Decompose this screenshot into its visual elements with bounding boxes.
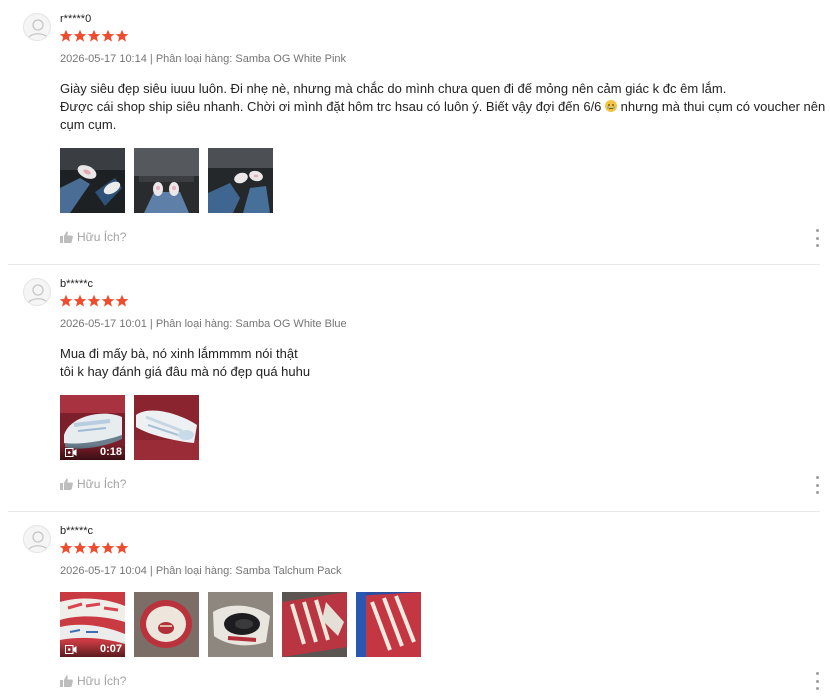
star-icon <box>73 294 87 307</box>
more-options-icon[interactable] <box>814 672 820 690</box>
thumbs-up-icon <box>60 478 73 490</box>
star-icon <box>115 29 129 42</box>
video-camera-icon <box>65 447 77 457</box>
review-text: Mua đi mấy bà, nó xinh lắmmmm nói thật t… <box>60 345 810 381</box>
video-duration: 0:07 <box>99 643 122 655</box>
review-photo[interactable] <box>356 592 421 657</box>
review-date: 2026-05-17 10:04 <box>60 565 147 577</box>
reviewer-name[interactable]: b*****c <box>60 278 93 290</box>
review-line: Được cái shop ship siêu nhanh. Chời ơi m… <box>60 98 825 116</box>
review-text: Giày siêu đẹp siêu iuuu luôn. Đi nhẹ nè,… <box>60 80 825 134</box>
rating-stars <box>59 541 129 557</box>
user-icon <box>27 531 49 552</box>
review-video[interactable]: 0:07 <box>60 592 125 657</box>
review-meta: 2026-05-17 10:01 | Phân loại hàng: Samba… <box>60 318 347 330</box>
review-line-text: nhưng mà thui cụm có voucher nên <box>617 99 826 114</box>
star-icon <box>87 294 101 307</box>
review-date: 2026-05-17 10:14 <box>60 53 147 65</box>
variation-label: Phân loại hàng: <box>155 53 233 65</box>
variation-value: Samba Talchum Pack <box>235 565 342 577</box>
review-media: 0:18 <box>60 395 199 460</box>
avatar[interactable] <box>23 525 51 553</box>
star-icon <box>101 294 115 307</box>
review-line-text: Được cái shop ship siêu nhanh. Chời ơi m… <box>60 99 602 114</box>
review-date: 2026-05-17 10:01 <box>60 318 147 330</box>
star-icon <box>101 541 115 554</box>
review-meta: 2026-05-17 10:14 | Phân loại hàng: Samba… <box>60 53 346 65</box>
more-options-icon[interactable] <box>814 476 820 494</box>
star-icon <box>73 29 87 42</box>
review-media: 0:07 <box>60 592 421 657</box>
star-icon <box>115 294 129 307</box>
star-icon <box>59 29 73 42</box>
review-card: b*****c 2026-05-17 10:01 | Phân loại hàn… <box>8 265 820 511</box>
star-icon <box>59 541 73 554</box>
review-photo[interactable] <box>60 148 125 213</box>
review-photo[interactable] <box>208 592 273 657</box>
user-icon <box>27 19 49 40</box>
video-badge: 0:07 <box>60 641 125 657</box>
review-photo[interactable] <box>134 148 199 213</box>
video-camera-icon <box>65 644 77 654</box>
reviewer-name[interactable]: b*****c <box>60 525 93 537</box>
review-photo[interactable] <box>282 592 347 657</box>
variation-label: Phân loại hàng: <box>155 565 233 577</box>
helpful-label: Hữu Ích? <box>77 674 127 688</box>
helpful-label: Hữu Ích? <box>77 230 127 244</box>
helpful-button[interactable]: Hữu Ích? <box>60 230 126 244</box>
avatar[interactable] <box>23 13 51 41</box>
review-video[interactable]: 0:18 <box>60 395 125 460</box>
review-line: cụm cụm. <box>60 117 117 132</box>
reviewer-name[interactable]: r*****0 <box>60 13 91 25</box>
rating-stars <box>59 294 129 310</box>
star-icon <box>59 294 73 307</box>
meta-separator: | <box>149 53 153 65</box>
review-line: tôi k hay đánh giá đâu mà nó đẹp quá huh… <box>60 364 311 379</box>
review-card: r*****0 2026-05-17 10:14 | Phân loại hàn… <box>8 0 825 264</box>
thumbs-up-icon <box>60 231 73 243</box>
video-duration: 0:18 <box>99 446 122 458</box>
meta-separator: | <box>149 565 153 577</box>
review-photo[interactable] <box>134 395 199 460</box>
meta-separator: | <box>149 318 153 330</box>
star-icon <box>87 29 101 42</box>
user-icon <box>27 284 49 305</box>
star-icon <box>73 541 87 554</box>
star-icon <box>87 541 101 554</box>
review-photo[interactable] <box>208 148 273 213</box>
rating-stars <box>59 29 129 45</box>
avatar[interactable] <box>23 278 51 306</box>
helpful-button[interactable]: Hữu Ích? <box>60 674 126 688</box>
review-line: Mua đi mấy bà, nó xinh lắmmmm nói thật <box>60 346 298 361</box>
variation-value: Samba OG White Pink <box>235 53 347 65</box>
video-badge: 0:18 <box>60 444 125 460</box>
more-options-icon[interactable] <box>814 229 820 247</box>
review-line: Giày siêu đẹp siêu iuuu luôn. Đi nhẹ nè,… <box>60 81 727 96</box>
review-media <box>60 148 273 213</box>
variation-value: Samba OG White Blue <box>235 318 347 330</box>
review-meta: 2026-05-17 10:04 | Phân loại hàng: Samba… <box>60 565 342 577</box>
review-card: b*****c 2026-05-17 10:04 | Phân loại hàn… <box>8 512 820 698</box>
variation-label: Phân loại hàng: <box>155 318 233 330</box>
helpful-label: Hữu Ích? <box>77 477 127 491</box>
thumbs-up-icon <box>60 675 73 687</box>
star-icon <box>101 29 115 42</box>
crying-face-icon <box>605 100 618 112</box>
helpful-button[interactable]: Hữu Ích? <box>60 477 126 491</box>
star-icon <box>115 541 129 554</box>
review-photo[interactable] <box>134 592 199 657</box>
